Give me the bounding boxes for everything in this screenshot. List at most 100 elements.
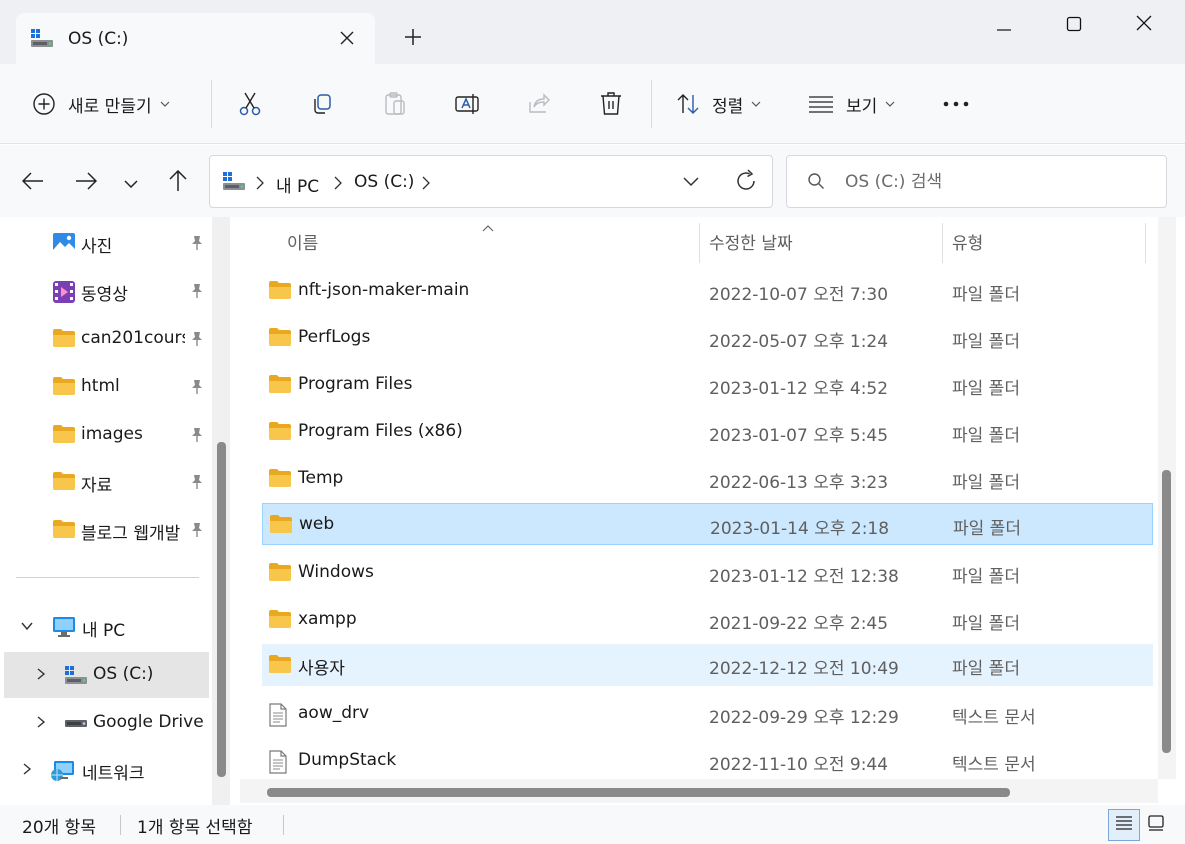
more-icon (942, 101, 970, 107)
tree-item-label: 내 PC (82, 621, 126, 641)
share-button[interactable] (527, 64, 551, 144)
address-history-button[interactable] (682, 170, 700, 197)
close-window-button[interactable] (1124, 6, 1164, 42)
status-bar: 20개 항목 1개 항목 선택함 (0, 805, 1185, 844)
tree-item-this-pc[interactable]: 내 PC (4, 604, 209, 650)
file-row[interactable]: xampp 2021-09-22 오후 2:45 파일 폴더 (262, 599, 1153, 641)
search-box[interactable] (786, 155, 1167, 208)
drive-icon (64, 712, 88, 739)
file-name: nft-json-maker-main (298, 280, 470, 300)
pin-icon (190, 283, 204, 304)
file-row-hovered[interactable]: 사용자 2022-12-12 오전 10:49 파일 폴더 (262, 644, 1153, 686)
column-divider[interactable] (942, 223, 943, 263)
delete-button[interactable] (599, 64, 623, 144)
nav-scrollbar-thumb[interactable] (217, 442, 226, 777)
file-type: 텍스트 문서 (952, 755, 1036, 775)
file-name: Program Files (x86) (298, 421, 463, 441)
file-row[interactable]: DumpStack 2022-11-10 오전 9:44 텍스트 문서 (262, 740, 1153, 782)
nav-item-html[interactable]: html (4, 364, 209, 410)
chevron-right-icon[interactable] (34, 666, 48, 686)
column-header-row: 이름 수정한 날짜 유형 (240, 217, 1146, 263)
status-divider (120, 815, 121, 835)
file-date: 2022-06-13 오후 3:23 (709, 473, 889, 493)
column-divider[interactable] (699, 223, 700, 263)
maximize-button[interactable] (1054, 6, 1094, 42)
nav-item-blog-webdev[interactable]: 블로그 웹개발 (4, 507, 209, 553)
refresh-button[interactable] (734, 168, 758, 199)
refresh-icon (734, 169, 758, 199)
folder-icon (52, 519, 76, 544)
new-button[interactable]: 새로 만들기 (32, 64, 170, 144)
nav-item-images[interactable]: images (4, 412, 209, 458)
file-row[interactable]: Windows 2023-01-12 오전 12:38 파일 폴더 (262, 552, 1153, 594)
copy-button[interactable] (310, 64, 334, 144)
file-name: Temp (298, 468, 344, 488)
tab-os-c[interactable]: OS (C:) (16, 13, 375, 65)
horizontal-scrollbar-thumb[interactable] (267, 788, 1010, 797)
file-date: 2022-09-29 오후 12:29 (709, 708, 899, 728)
nav-item-videos[interactable]: 동영상 (4, 268, 209, 314)
details-view-button[interactable] (1108, 809, 1140, 841)
file-type: 파일 폴더 (952, 659, 1020, 679)
breadcrumb-os-c[interactable]: OS (C:) (354, 172, 414, 192)
tree-item-network[interactable]: 네트워크 (4, 747, 209, 793)
cut-icon (238, 91, 262, 117)
search-icon (807, 172, 825, 195)
file-row[interactable]: Temp 2022-06-13 오후 3:23 파일 폴더 (262, 458, 1153, 500)
pictures-icon (52, 232, 76, 259)
file-row[interactable]: Program Files (x86) 2023-01-07 오후 5:45 파… (262, 411, 1153, 453)
chevron-down-icon[interactable] (20, 618, 34, 638)
recent-locations-button[interactable] (115, 167, 147, 199)
address-bar[interactable]: 내 PC OS (C:) (209, 155, 773, 208)
file-type: 파일 폴더 (953, 519, 1021, 539)
file-name: Program Files (298, 374, 413, 394)
nav-item-label: html (81, 376, 120, 396)
tree-item-os-c[interactable]: OS (C:) (4, 652, 209, 698)
chevron-right-icon[interactable] (422, 172, 430, 195)
file-row[interactable]: Program Files 2023-01-12 오후 4:52 파일 폴더 (262, 364, 1153, 406)
column-header-name[interactable]: 이름 (287, 229, 318, 254)
file-list-pane: 이름 수정한 날짜 유형 nft-json-maker-main 2022-10… (240, 217, 1185, 805)
nav-divider (16, 577, 199, 578)
forward-button[interactable] (70, 167, 102, 199)
paste-button[interactable] (383, 64, 407, 144)
cut-button[interactable] (238, 64, 262, 144)
folder-icon (268, 609, 292, 634)
pin-icon (190, 235, 204, 256)
file-row-selected[interactable]: web 2023-01-14 오후 2:18 파일 폴더 (262, 503, 1153, 545)
file-name: Windows (298, 562, 374, 582)
tiles-view-button[interactable] (1140, 809, 1172, 841)
file-row[interactable]: nft-json-maker-main 2022-10-07 오전 7:30 파… (262, 270, 1153, 312)
nav-item-materials[interactable]: 자료 (4, 459, 209, 505)
nav-item-can201course[interactable]: can201course (4, 316, 209, 362)
add-icon (32, 92, 56, 116)
new-tab-button[interactable] (398, 22, 428, 52)
chevron-right-icon[interactable] (20, 761, 34, 781)
minimize-button[interactable] (984, 6, 1024, 42)
more-options-button[interactable] (942, 64, 970, 144)
rename-button[interactable] (454, 64, 480, 144)
file-row[interactable]: aow_drv 2022-09-29 오후 12:29 텍스트 문서 (262, 693, 1153, 735)
close-tab-icon[interactable] (332, 23, 362, 53)
column-header-type[interactable]: 유형 (952, 229, 983, 254)
tree-item-google-drive[interactable]: Google Drive ( (4, 700, 209, 746)
folder-icon (268, 327, 292, 352)
chevron-down-icon (885, 101, 895, 107)
nav-item-label: 블로그 웹개발 (81, 524, 181, 544)
search-input[interactable] (845, 166, 1145, 198)
back-button[interactable] (17, 167, 49, 199)
column-divider[interactable] (1145, 223, 1146, 263)
pin-icon (190, 474, 204, 495)
sort-button[interactable]: 정렬 (676, 64, 761, 144)
rename-icon (454, 92, 480, 116)
chevron-right-icon[interactable] (34, 714, 48, 734)
nav-item-pictures[interactable]: 사진 (4, 220, 209, 266)
file-name: aow_drv (298, 703, 370, 723)
vertical-scrollbar-thumb[interactable] (1162, 470, 1171, 753)
file-row[interactable]: PerfLogs 2022-05-07 오후 1:24 파일 폴더 (262, 317, 1153, 359)
column-header-date[interactable]: 수정한 날짜 (709, 229, 793, 254)
view-button[interactable]: 보기 (808, 64, 895, 144)
file-date: 2023-01-14 오후 2:18 (710, 519, 890, 539)
up-button[interactable] (162, 167, 194, 199)
breadcrumb-this-pc[interactable]: 내 PC (276, 172, 319, 197)
